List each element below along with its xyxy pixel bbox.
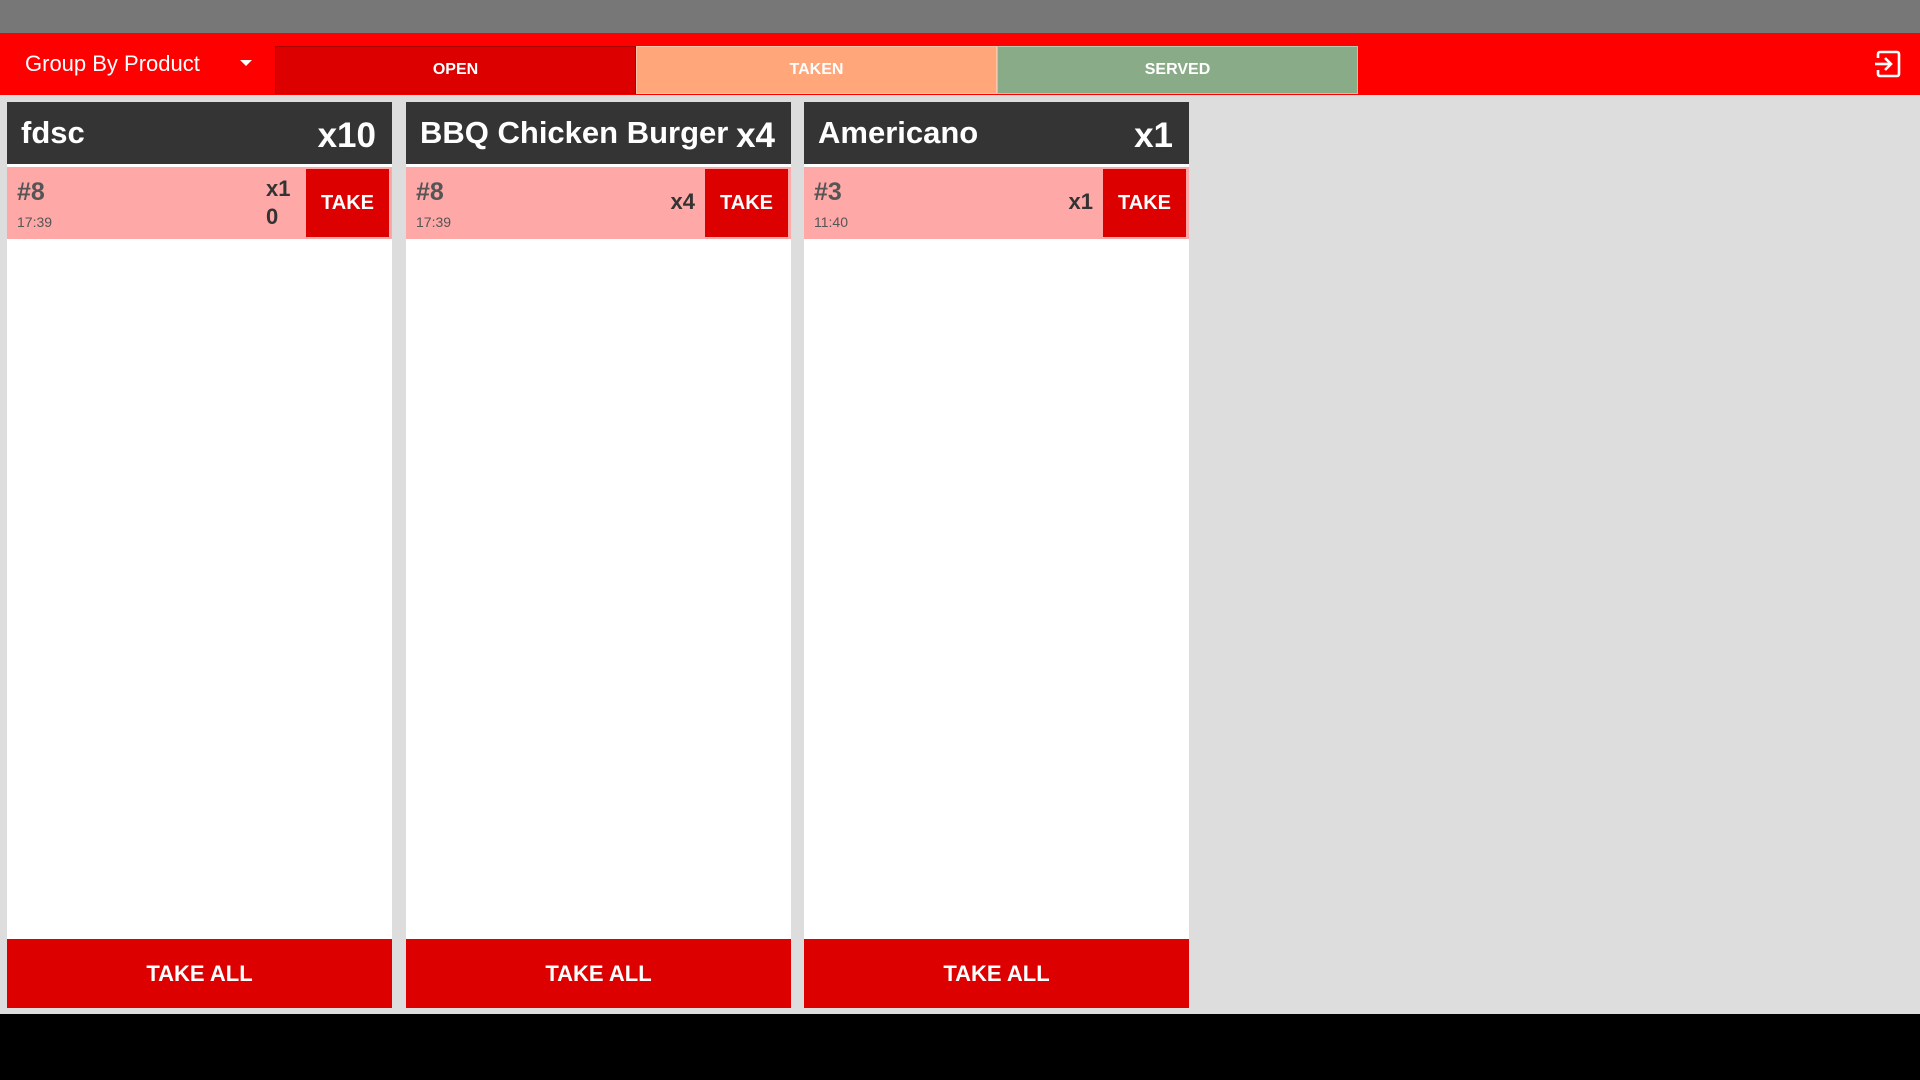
order-row: #3 11:40 x1 TAKE bbox=[804, 167, 1189, 239]
order-quantity: x1 bbox=[1068, 189, 1093, 214]
product-count: x1 bbox=[1134, 116, 1173, 155]
group-by-dropdown[interactable]: Group By Product bbox=[25, 33, 255, 95]
take-all-button[interactable]: TAKE ALL bbox=[406, 939, 791, 1008]
take-button[interactable]: TAKE bbox=[306, 169, 389, 237]
column-header: fdsc x10 bbox=[7, 102, 392, 164]
product-column-fdsc: fdsc x10 #8 17:39 x10 TAKE TAKE ALL bbox=[7, 102, 392, 1008]
product-name: Americano bbox=[818, 115, 979, 150]
content-area: fdsc x10 #8 17:39 x10 TAKE TAKE ALL BBQ … bbox=[0, 95, 1920, 1014]
take-button[interactable]: TAKE bbox=[705, 169, 788, 237]
app-bar: Group By Product OPEN TAKEN SERVED bbox=[0, 33, 1920, 95]
navigation-bar bbox=[0, 1014, 1920, 1080]
order-quantity: x4 bbox=[670, 189, 695, 214]
tab-taken[interactable]: TAKEN bbox=[636, 46, 997, 94]
take-button[interactable]: TAKE bbox=[1103, 169, 1186, 237]
product-name: fdsc bbox=[21, 115, 85, 150]
column-header: BBQ Chicken Burger x4 bbox=[406, 102, 791, 164]
product-name: BBQ Chicken Burger bbox=[420, 115, 729, 150]
order-time: 11:40 bbox=[814, 214, 848, 230]
order-time: 17:39 bbox=[416, 214, 452, 230]
take-all-button[interactable]: TAKE ALL bbox=[804, 939, 1189, 1008]
logout-icon[interactable] bbox=[1872, 49, 1902, 79]
dropdown-arrow-icon bbox=[240, 60, 252, 66]
order-number: #8 bbox=[416, 178, 444, 206]
tab-open[interactable]: OPEN bbox=[275, 46, 636, 94]
product-column-americano: Americano x1 #3 11:40 x1 TAKE TAKE ALL bbox=[804, 102, 1189, 1008]
order-row: #8 17:39 x10 TAKE bbox=[7, 167, 392, 239]
order-time: 17:39 bbox=[17, 214, 53, 230]
group-by-label: Group By Product bbox=[25, 51, 200, 76]
order-number: #3 bbox=[814, 178, 842, 206]
tab-served[interactable]: SERVED bbox=[997, 46, 1358, 94]
column-header: Americano x1 bbox=[804, 102, 1189, 164]
product-column-bbq-chicken-burger: BBQ Chicken Burger x4 #8 17:39 x4 TAKE T… bbox=[406, 102, 791, 1008]
status-tabs: OPEN TAKEN SERVED bbox=[275, 46, 1358, 94]
order-number: #8 bbox=[17, 178, 45, 206]
status-bar bbox=[0, 0, 1920, 33]
take-all-button[interactable]: TAKE ALL bbox=[7, 939, 392, 1008]
product-count: x4 bbox=[736, 116, 775, 155]
product-count: x10 bbox=[317, 116, 376, 155]
order-quantity: x10 bbox=[266, 176, 291, 229]
order-row: #8 17:39 x4 TAKE bbox=[406, 167, 791, 239]
